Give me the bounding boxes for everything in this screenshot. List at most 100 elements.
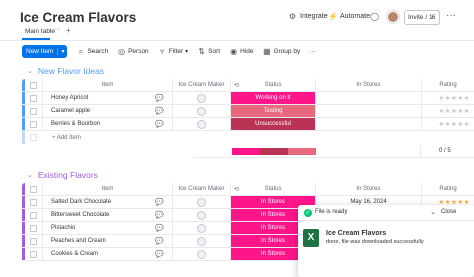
column-header-maker[interactable]: Ice Cream Maker xyxy=(172,183,230,195)
updates-button[interactable]: ◯ xyxy=(370,12,379,21)
tab-more-icon[interactable]: ··· xyxy=(54,26,61,33)
rating-stars[interactable]: ★★★★★ xyxy=(421,118,474,130)
maker-cell[interactable] xyxy=(172,118,230,130)
chevron-down-icon: ▾ xyxy=(185,49,189,55)
chat-bubble-icon[interactable]: 💬 xyxy=(155,237,164,245)
add-item-row[interactable]: + Add Item xyxy=(22,131,474,144)
column-header-rating[interactable]: Rating xyxy=(421,183,474,195)
group-title: Existing Flavors xyxy=(37,170,98,180)
chevron-down-icon[interactable]: ⌄ xyxy=(430,208,436,216)
row-checkbox[interactable] xyxy=(30,199,37,206)
column-header-stores[interactable]: In Stores xyxy=(315,183,421,195)
person-label: Person xyxy=(128,48,149,55)
tab-main-table[interactable]: Main table xyxy=(25,28,55,35)
item-name[interactable]: Pistachio xyxy=(42,222,172,234)
add-item-label[interactable]: + Add Item xyxy=(42,131,192,144)
row-checkbox[interactable] xyxy=(30,108,37,115)
maker-cell[interactable] xyxy=(172,105,230,117)
item-name[interactable]: Caramel apple xyxy=(42,105,172,117)
item-name[interactable]: Berries & Bourbon xyxy=(42,118,172,130)
rating-stars[interactable]: ★★★★★ xyxy=(421,92,474,104)
row-checkbox[interactable] xyxy=(30,238,37,245)
chat-bubble-icon[interactable]: 💬 xyxy=(155,224,164,232)
integrate-button[interactable]: ⚙ Integrate xyxy=(288,12,328,21)
item-name[interactable]: Cookies & Cream xyxy=(42,248,172,260)
more-icon[interactable]: ··· xyxy=(446,10,456,21)
group-color-bar xyxy=(22,222,25,234)
person-icon xyxy=(197,236,206,246)
sort-button[interactable]: ⇅ Sort xyxy=(197,47,220,56)
close-button[interactable]: Close xyxy=(441,209,456,215)
table-row[interactable]: Berries & Bourbon 💬 Unsuccessful ★★★★★ xyxy=(22,118,474,131)
row-checkbox[interactable] xyxy=(30,251,37,258)
table-row[interactable]: Honey Apricot 💬 Working on it ★★★★★ xyxy=(22,92,474,105)
row-checkbox[interactable] xyxy=(30,212,37,219)
more-toolbar-icon[interactable]: ··· xyxy=(309,48,316,55)
chat-bubble-icon[interactable]: 💬 xyxy=(155,107,164,115)
group-icon: ▦ xyxy=(263,47,271,56)
row-checkbox[interactable] xyxy=(30,225,37,232)
group-color-bar xyxy=(22,209,25,221)
add-view-icon[interactable]: + xyxy=(66,26,71,35)
integrate-icon: ⚙ xyxy=(288,12,297,21)
item-name[interactable]: Salted Dark Chocolate xyxy=(42,196,172,208)
chat-bubble-icon[interactable]: 💬 xyxy=(155,250,164,258)
file-status: done, file was downloaded successfully xyxy=(326,239,424,245)
automate-button[interactable]: ⚡ Automate xyxy=(328,12,370,21)
chevron-down-icon[interactable]: ⌄ xyxy=(27,67,33,75)
maker-cell[interactable] xyxy=(172,209,230,221)
group-color-bar xyxy=(22,131,25,144)
avatar[interactable] xyxy=(387,11,399,23)
column-header-status[interactable]: ⟲ Status xyxy=(230,79,315,91)
maker-cell[interactable] xyxy=(172,222,230,234)
filter-icon: ▿ xyxy=(160,47,165,56)
group-header-new-flavor-ideas[interactable]: ⌄ New Flavor Ideas xyxy=(27,66,104,76)
chevron-down-icon[interactable]: ⌄ xyxy=(27,171,33,179)
column-header-item[interactable]: Item xyxy=(42,79,172,91)
maker-cell[interactable] xyxy=(172,248,230,260)
stores-cell[interactable] xyxy=(315,118,421,130)
item-name[interactable]: Bittersweet Chocolate xyxy=(42,209,172,221)
select-all-checkbox[interactable] xyxy=(30,186,37,193)
maker-cell[interactable] xyxy=(172,196,230,208)
hide-button[interactable]: ◉ Hide xyxy=(229,47,253,56)
filter-button[interactable]: ▿ Filter ▾ xyxy=(158,47,188,56)
table-row[interactable]: Caramel apple 💬 Testing ★★★★★ xyxy=(22,105,474,118)
new-item-button[interactable]: New Item ▾ xyxy=(22,45,68,58)
item-name[interactable]: Peaches and Cream xyxy=(42,235,172,247)
status-cell[interactable]: Testing xyxy=(230,105,315,117)
invite-count[interactable]: 6 xyxy=(428,10,440,25)
chevron-down-icon[interactable]: ▾ xyxy=(57,48,67,55)
sort-label: Sort xyxy=(208,48,221,55)
maker-cell[interactable] xyxy=(172,235,230,247)
column-header-stores[interactable]: In Stores xyxy=(315,79,421,91)
status-cell[interactable]: Working on it xyxy=(230,92,315,104)
status-cell[interactable]: Unsuccessful xyxy=(230,118,315,130)
select-all-checkbox[interactable] xyxy=(30,82,37,89)
file-title[interactable]: Ice Cream Flavors xyxy=(326,230,386,237)
column-header-status[interactable]: ⟲ Status xyxy=(230,183,315,195)
chat-bubble-icon[interactable]: 💬 xyxy=(155,94,164,102)
row-checkbox[interactable] xyxy=(30,95,37,102)
chat-bubble-icon[interactable]: 💬 xyxy=(155,198,164,206)
chat-bubble-icon[interactable]: 💬 xyxy=(155,211,164,219)
chat-bubble-icon[interactable]: 💬 xyxy=(155,120,164,128)
stores-cell[interactable] xyxy=(315,105,421,117)
item-name[interactable]: Honey Apricot xyxy=(42,92,172,104)
rating-summary: 0 / 5 xyxy=(439,148,451,154)
column-header-item[interactable]: Item xyxy=(42,183,172,195)
person-filter-button[interactable]: ◎ Person xyxy=(117,47,149,56)
column-header-maker[interactable]: Ice Cream Maker xyxy=(172,79,230,91)
chevron-down-icon[interactable]: ⌄ xyxy=(106,13,114,24)
rating-stars[interactable]: ★★★★★ xyxy=(421,105,474,117)
search-button[interactable]: ⌕ Search xyxy=(76,47,108,56)
person-icon xyxy=(197,197,206,207)
group-by-button[interactable]: ▦ Group by xyxy=(262,47,300,56)
column-header-rating[interactable]: Rating xyxy=(421,79,474,91)
group-header-existing-flavors[interactable]: ⌄ Existing Flavors xyxy=(27,170,98,180)
stores-cell[interactable] xyxy=(315,92,421,104)
row-checkbox[interactable] xyxy=(30,121,37,128)
new-item-label: New Item xyxy=(26,48,54,55)
maker-cell[interactable] xyxy=(172,92,230,104)
board-title[interactable]: Ice Cream Flavors xyxy=(20,10,136,25)
